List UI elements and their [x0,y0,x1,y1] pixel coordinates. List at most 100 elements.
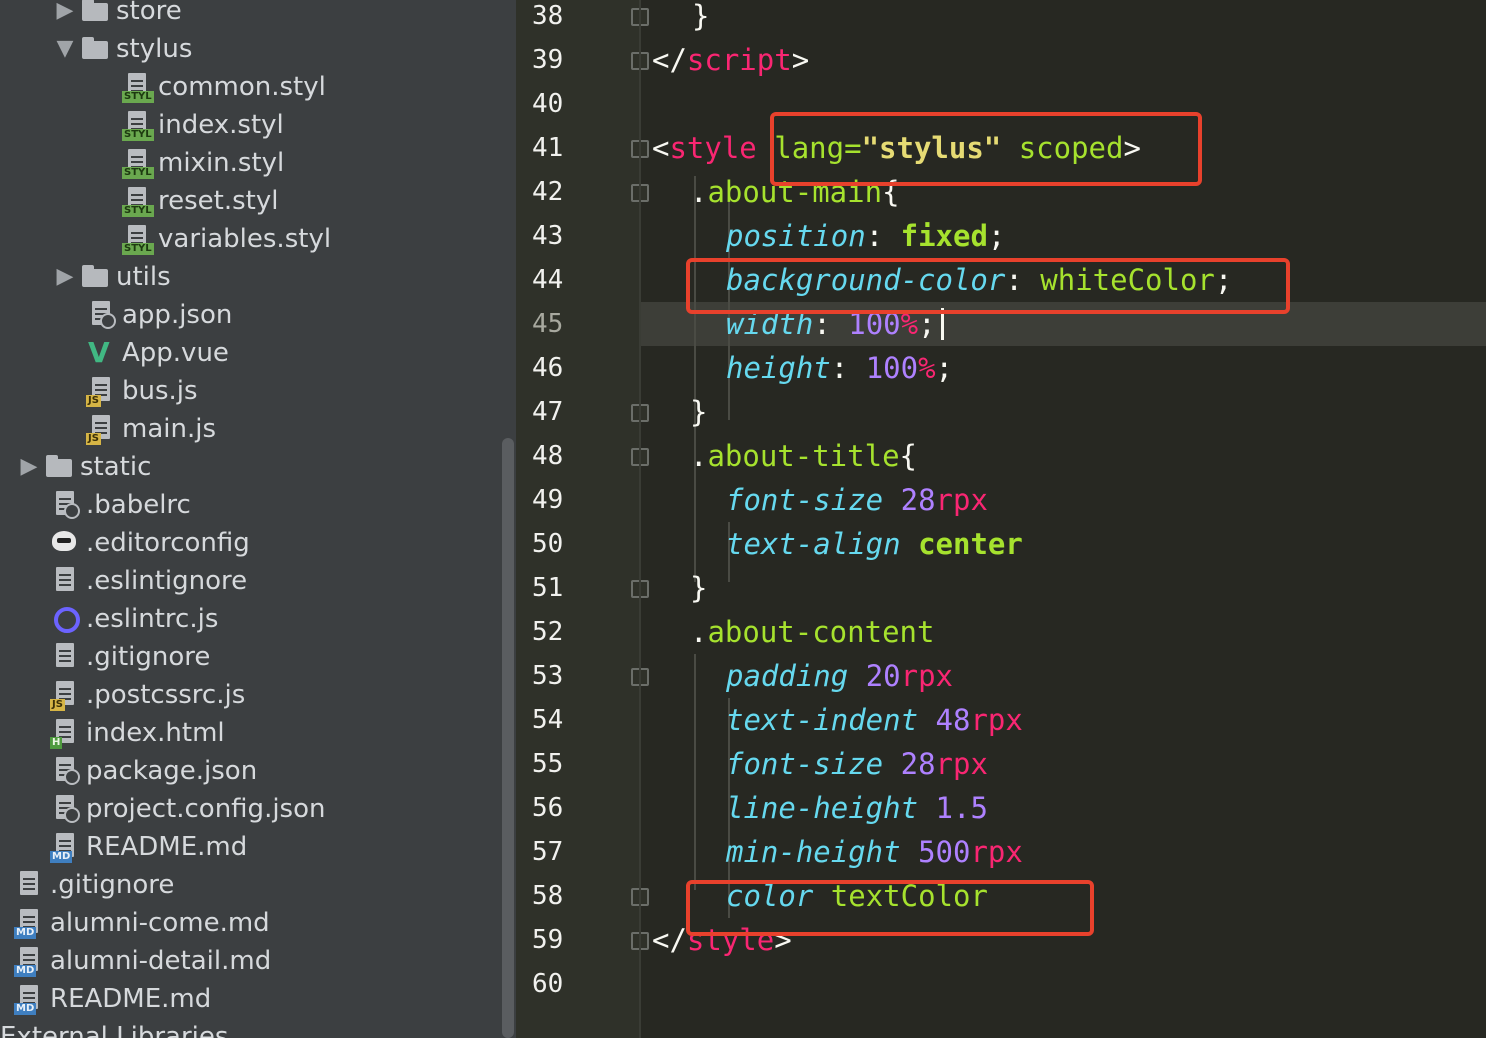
styl-file-icon: STYL [122,185,154,217]
line-number[interactable]: 54 [532,698,592,742]
styl-file-icon: STYL [122,71,154,103]
folder-icon [80,261,112,293]
tree-item-eslintignore[interactable]: .eslintignore [50,562,247,600]
code-line[interactable]: text-indent 48rpx [726,698,1023,742]
tree-item-gitignore[interactable]: .gitignore [50,638,210,676]
tree-item-index-styl[interactable]: STYL index.styl [122,106,284,144]
tree-item-readme-md[interactable]: MD README.md [14,980,211,1018]
sidebar-scrollbar[interactable] [502,438,514,1038]
line-number[interactable]: 60 [532,962,592,1006]
tree-item-project-config-json[interactable]: project.config.json [50,790,325,828]
tree-item-label: mixin.styl [158,148,285,178]
code-token: center [918,527,1023,561]
folder-icon [44,451,76,483]
line-number[interactable]: 50 [532,522,592,566]
code-line[interactable]: } [692,0,709,38]
tree-item-editorconfig[interactable]: .editorconfig [50,524,250,562]
code-line[interactable]: </script> [652,38,809,82]
code-line[interactable]: } [690,390,707,434]
code-line[interactable]: line-height 1.5 [726,786,988,830]
line-number[interactable]: 52 [532,610,592,654]
code-line[interactable]: height: 100%; [726,346,953,390]
line-number[interactable]: 58 [532,874,592,918]
tree-item-readme-md[interactable]: MD README.md [50,828,247,866]
code-line[interactable]: text-align center [726,522,1023,566]
tree-item-static[interactable]: ▶ static [14,448,152,486]
tree-item-app-json[interactable]: app.json [86,296,232,334]
line-number[interactable]: 41 [532,126,592,170]
line-number[interactable]: 49 [532,478,592,522]
line-number[interactable]: 46 [532,346,592,390]
code-token: > [791,43,810,77]
text-file-icon [14,869,46,901]
tree-item-eslintrc-js[interactable]: .eslintrc.js [50,600,218,638]
tree-item-external-libraries[interactable]: External Libraries [0,1018,228,1038]
tree-item-label: bus.js [122,376,198,406]
indent-guide [694,654,696,890]
tree-item-utils[interactable]: ▶ utils [50,258,171,296]
line-number[interactable]: 51 [532,566,592,610]
code-line[interactable]: .about-title{ [690,434,917,478]
tree-item-alumni-come-md[interactable]: MD alumni-come.md [14,904,270,942]
line-number[interactable]: 44 [532,258,592,302]
chevron-right-icon[interactable]: ▶ [14,448,44,486]
code-token: 20 [865,659,901,693]
code-line[interactable]: position: fixed; [726,214,1005,258]
md-file-icon: MD [14,907,46,939]
line-number[interactable]: 42 [532,170,592,214]
tree-item-app-vue[interactable]: V App.vue [86,334,229,372]
chevron-right-icon[interactable]: ▶ [50,258,80,296]
code-line[interactable]: font-size 28rpx [726,478,988,522]
line-number[interactable]: 59 [532,918,592,962]
tree-item-label: .gitignore [50,870,175,900]
code-line[interactable]: font-size 28rpx [726,742,988,786]
tree-item-index-html[interactable]: Hindex.html [50,714,225,752]
tree-item-label: utils [116,262,171,292]
tree-item-alumni-detail-md[interactable]: MD alumni-detail.md [14,942,271,980]
tree-item-main-js[interactable]: JS main.js [86,410,216,448]
tree-item-mixin-styl[interactable]: STYL mixin.styl [122,144,284,182]
line-number[interactable]: 48 [532,434,592,478]
tree-item-stylus[interactable]: ▼ stylus [50,30,193,68]
code-token: 100 [865,351,919,385]
line-number[interactable]: 56 [532,786,592,830]
chevron-down-icon[interactable]: ▼ [50,30,80,68]
code-token: < [652,131,670,165]
tree-item-label: alumni-detail.md [50,946,272,976]
tree-item-label: .babelrc [86,490,191,520]
code-line[interactable]: } [690,566,707,610]
html-file-icon: H [50,717,82,749]
md-file-icon: MD [50,831,82,863]
tree-item-babelrc[interactable]: .babelrc [50,486,191,524]
tree-item-store[interactable]: ▶ store [50,0,182,30]
code-line[interactable]: .about-content [690,610,934,654]
line-number[interactable]: 47 [532,390,592,434]
tree-item-bus-js[interactable]: JS bus.js [86,372,198,410]
json-file-icon [50,755,82,787]
text-file-icon [50,641,82,673]
line-number[interactable]: 53 [532,654,592,698]
tree-item-common-styl[interactable]: STYL common.styl [122,68,326,106]
code-line[interactable]: padding 20rpx [726,654,953,698]
tree-item-label: External Libraries [0,1022,229,1038]
styl-file-icon: STYL [122,147,154,179]
line-number[interactable]: 45 [532,302,592,346]
line-number[interactable]: 43 [532,214,592,258]
gutter-divider [639,0,641,1038]
line-number[interactable]: 40 [532,82,592,126]
tree-item-reset-styl[interactable]: STYL reset.styl [122,182,278,220]
chevron-right-icon[interactable]: ▶ [50,0,80,30]
line-number[interactable]: 38 [532,0,592,38]
line-number[interactable]: 39 [532,38,592,82]
js-file-icon: JS [86,375,118,407]
line-number[interactable]: 55 [532,742,592,786]
line-number[interactable]: 57 [532,830,592,874]
tree-item-package-json[interactable]: package.json [50,752,257,790]
tree-item-label: common.styl [158,72,326,102]
tree-item-gitignore[interactable]: .gitignore [14,866,174,904]
code-line[interactable]: min-height 500rpx [726,830,1023,874]
tree-item-postcssrc-js[interactable]: JS .postcssrc.js [50,676,245,714]
tree-item-variables-styl[interactable]: STYL variables.styl [122,220,331,258]
